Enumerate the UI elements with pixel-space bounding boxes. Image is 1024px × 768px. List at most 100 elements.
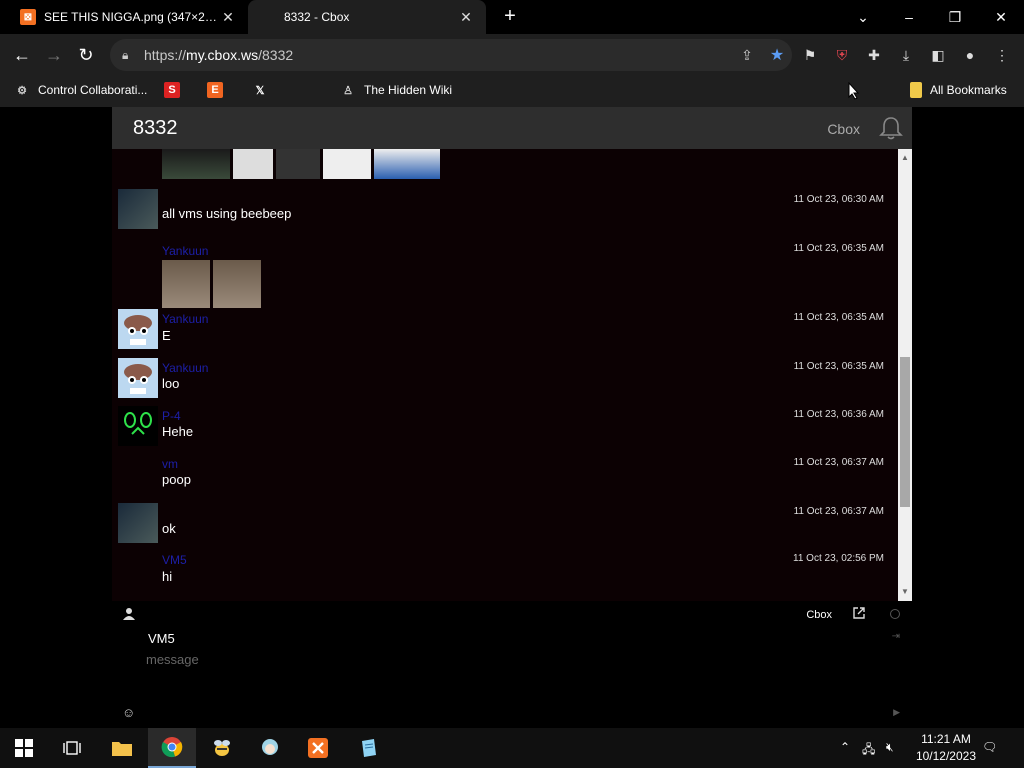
image-thumbnail[interactable] [374, 149, 440, 179]
image-thumbnail[interactable] [323, 149, 371, 179]
restore-button[interactable]: ❐ [932, 0, 978, 34]
message-time: 11 Oct 23, 06:37 AM [793, 506, 884, 517]
x-icon: 𝕏 [255, 84, 265, 97]
image-thumbnail[interactable] [162, 260, 210, 308]
composer-username[interactable]: VM5 [148, 631, 175, 646]
bookmark-etsy[interactable]: E [207, 82, 231, 98]
close-window-button[interactable]: ✕ [978, 0, 1024, 34]
message-time: 11 Oct 23, 06:35 AM [793, 361, 884, 372]
network-icon[interactable]: 🖧︎ [862, 740, 875, 761]
avatar[interactable] [118, 358, 158, 398]
tab-title: SEE THIS NIGGA.png (347×288) [44, 10, 220, 24]
bookmark-x[interactable]: 𝕏 [252, 82, 276, 98]
sign-in-icon[interactable]: ⇥ [892, 631, 900, 642]
message-input[interactable] [146, 647, 886, 671]
profile-icon[interactable]: ● [958, 43, 982, 67]
all-bookmarks[interactable]: All Bookmarks [910, 82, 1007, 98]
shield-icon[interactable]: ⛨ [830, 43, 854, 67]
xampp-icon [308, 738, 328, 758]
share-icon[interactable]: ⇪ [732, 47, 762, 64]
xampp-icon: ⊠ [20, 9, 36, 25]
avatar[interactable] [118, 503, 158, 543]
anime-app-button[interactable] [246, 728, 294, 768]
image-thumbnail[interactable] [233, 149, 273, 179]
flag-icon[interactable]: ⚑ [798, 43, 822, 67]
message-time: 11 Oct 23, 06:36 AM [793, 409, 884, 420]
scroll-down-icon[interactable]: ▼ [898, 585, 912, 599]
bell-icon[interactable] [878, 115, 904, 141]
tab-image[interactable]: ⊠ SEE THIS NIGGA.png (347×288) ✕ [8, 0, 248, 34]
url-text[interactable]: https://my.cbox.ws/8332 [144, 47, 732, 63]
close-icon[interactable]: ✕ [458, 9, 474, 26]
task-view-button[interactable] [48, 728, 96, 768]
message-images-partial[interactable] [162, 149, 440, 179]
chrome-button[interactable] [148, 728, 196, 768]
bookmark-s[interactable]: S [164, 82, 188, 98]
avatar[interactable] [118, 309, 158, 349]
browser-toolbar: ← → ↻ 🔒︎ https://my.cbox.ws/8332 ⇪ ★ ⚑ ⛨… [0, 34, 1024, 76]
close-icon[interactable]: ✕ [220, 9, 236, 26]
message-text: all vms using beebeep [162, 206, 292, 221]
windows-icon [15, 739, 33, 757]
menu-icon[interactable]: ⋮ [990, 43, 1014, 67]
send-arrow-icon[interactable]: ▶ [893, 707, 900, 718]
message-text: Hehe [162, 424, 194, 439]
reload-button[interactable]: ↻ [72, 41, 100, 69]
external-link-icon[interactable] [852, 606, 866, 620]
notepad-icon [362, 739, 376, 757]
status-circle-icon[interactable] [890, 609, 900, 619]
message-time: 11 Oct 23, 06:37 AM [793, 457, 884, 468]
message-username[interactable]: VM5 [162, 553, 187, 567]
notifications-icon[interactable]: 🗨︎ [982, 740, 997, 754]
bookmark-star-icon[interactable]: ★ [762, 45, 792, 65]
image-thumbnail[interactable] [162, 149, 230, 179]
lock-icon[interactable]: 🔒︎ [122, 48, 136, 63]
bookmarks-bar: ⚙ Control Collaborati... S E 𝕏 ♙ The Hid… [0, 76, 1024, 107]
new-tab-button[interactable]: + [498, 4, 522, 28]
emoji-icon[interactable]: ☺ [122, 705, 135, 720]
tab-cbox[interactable]: 8332 - Cbox ✕ [248, 0, 486, 34]
message-username[interactable]: vm [162, 457, 178, 471]
scrollbar-thumb[interactable] [900, 356, 910, 507]
bookmark-hidden-wiki[interactable]: ♙ The Hidden Wiki [340, 82, 452, 98]
image-thumbnail[interactable] [213, 260, 261, 308]
address-bar[interactable]: 🔒︎ https://my.cbox.ws/8332 ⇪ ★ [110, 39, 792, 71]
s-icon: S [164, 82, 180, 98]
chat-messages[interactable]: all vms using beebeep 11 Oct 23, 06:30 A… [112, 149, 912, 601]
message-username[interactable]: P-4 [162, 409, 181, 423]
start-button[interactable] [0, 728, 48, 768]
side-panel-icon[interactable]: ◧ [926, 43, 950, 67]
windows-taskbar: ⌃ 🖧︎ 🔇︎ 11:21 AM 10/12/2023 🗨︎ [0, 728, 1024, 768]
extensions-icon[interactable]: ✚ [862, 43, 886, 67]
avatar[interactable] [118, 406, 158, 446]
cbox-brand-link[interactable]: Cbox [827, 121, 860, 137]
xampp-button[interactable] [294, 728, 342, 768]
minimize-button[interactable]: – [886, 0, 932, 34]
image-thumbnail[interactable] [276, 149, 320, 179]
message-time: 11 Oct 23, 06:35 AM [793, 243, 884, 254]
taskbar-clock[interactable]: 11:21 AM 10/12/2023 [916, 731, 976, 765]
message-time: 11 Oct 23, 06:35 AM [793, 312, 884, 323]
forward-button[interactable]: → [40, 41, 68, 69]
chat-scrollbar[interactable]: ▲ ▼ [898, 149, 912, 601]
folder-icon [112, 742, 132, 756]
avatar[interactable] [118, 189, 158, 229]
tray-overflow-icon[interactable]: ⌃ [840, 740, 850, 754]
message-username[interactable]: Yankuun [162, 312, 208, 326]
bookmark-control-collaboration[interactable]: ⚙ Control Collaborati... [14, 82, 147, 98]
tab-search-icon[interactable]: ⌄ [840, 0, 886, 34]
beebeep-button[interactable] [198, 728, 246, 768]
scroll-up-icon[interactable]: ▲ [898, 151, 912, 165]
message-username[interactable]: Yankuun [162, 361, 208, 375]
file-explorer-button[interactable] [98, 728, 146, 768]
volume-muted-icon[interactable]: 🔇︎ [886, 740, 894, 755]
message-text: poop [162, 472, 191, 487]
bee-icon [214, 740, 230, 756]
download-icon[interactable]: ⤓ [894, 43, 918, 67]
notepad-button[interactable] [344, 728, 392, 768]
back-button[interactable]: ← [8, 41, 36, 69]
message-text: loo [162, 376, 180, 391]
message-username[interactable]: Yankuun [162, 244, 208, 258]
cbox-link[interactable]: Cbox [806, 609, 832, 621]
user-icon[interactable] [122, 607, 136, 621]
